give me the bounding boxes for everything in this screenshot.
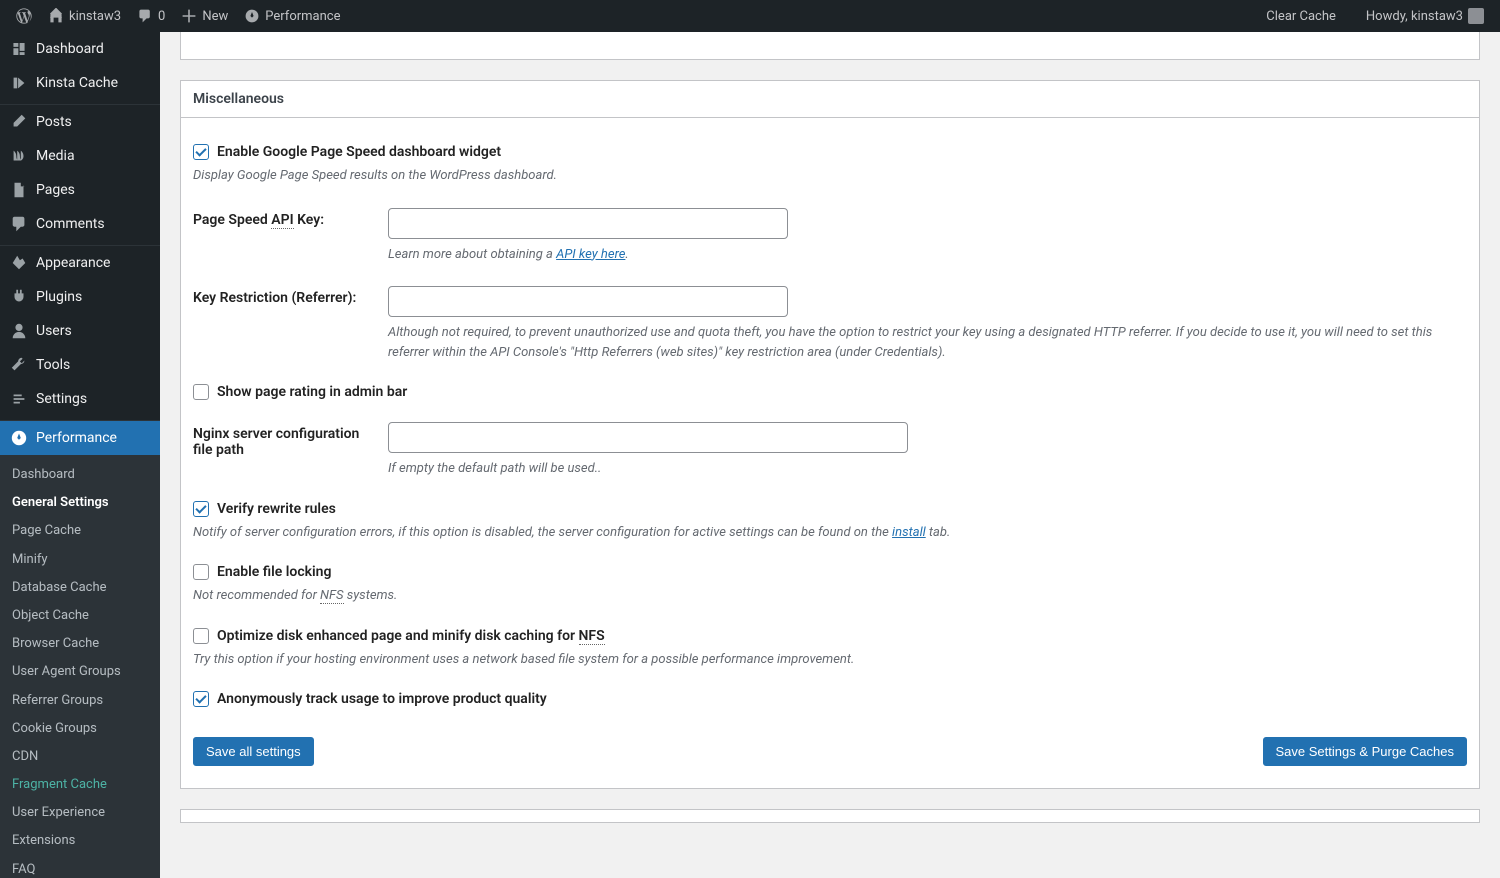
submenu-dashboard[interactable]: Dashboard (0, 461, 160, 489)
panel-title: Miscellaneous (181, 81, 1479, 118)
next-panel (180, 809, 1480, 823)
nfs-opt-label[interactable]: Optimize disk enhanced page and minify d… (193, 628, 1467, 644)
submenu-user-agent-groups[interactable]: User Agent Groups (0, 658, 160, 686)
api-key-label: Page Speed API Key: (193, 208, 368, 228)
wp-logo[interactable] (8, 0, 40, 32)
menu-posts[interactable]: Posts (0, 105, 160, 139)
verify-label[interactable]: Verify rewrite rules (193, 501, 1467, 517)
nfs-opt-checkbox[interactable] (193, 628, 209, 644)
show-rating-label[interactable]: Show page rating in admin bar (193, 384, 1467, 400)
site-name-link[interactable]: kinstaw3 (40, 0, 129, 32)
submenu-referrer-groups[interactable]: Referrer Groups (0, 687, 160, 715)
enable-gps-desc: Display Google Page Speed results on the… (193, 166, 1467, 186)
install-link[interactable]: install (892, 525, 926, 540)
filelock-checkbox[interactable] (193, 564, 209, 580)
menu-dashboard[interactable]: Dashboard (0, 32, 160, 66)
miscellaneous-panel: Miscellaneous Enable Google Page Speed d… (180, 80, 1480, 789)
avatar (1468, 8, 1484, 24)
show-rating-checkbox[interactable] (193, 384, 209, 400)
new-content-link[interactable]: New (173, 0, 236, 32)
performance-submenu: Dashboard General Settings Page Cache Mi… (0, 455, 160, 878)
verify-desc: Notify of server configuration errors, i… (193, 523, 1467, 543)
referrer-label: Key Restriction (Referrer): (193, 286, 368, 306)
nfs-opt-desc: Try this option if your hosting environm… (193, 650, 1467, 670)
performance-link[interactable]: Performance (236, 0, 348, 32)
menu-media[interactable]: Media (0, 139, 160, 173)
admin-sidebar: Dashboard Kinsta Cache Posts Media Pages… (0, 32, 160, 878)
submenu-cookie-groups[interactable]: Cookie Groups (0, 715, 160, 743)
submenu-extensions[interactable]: Extensions (0, 827, 160, 855)
nginx-input[interactable] (388, 422, 908, 453)
previous-panel-bottom (180, 32, 1480, 60)
comments-link[interactable]: 0 (129, 0, 173, 32)
submenu-minify[interactable]: Minify (0, 546, 160, 574)
clear-cache-link[interactable]: Clear Cache (1258, 0, 1344, 32)
menu-kinsta-cache[interactable]: Kinsta Cache (0, 66, 160, 100)
nginx-label: Nginx server configuration file path (193, 422, 368, 458)
submenu-page-cache[interactable]: Page Cache (0, 517, 160, 545)
menu-performance[interactable]: Performance (0, 421, 160, 455)
menu-plugins[interactable]: Plugins (0, 280, 160, 314)
api-key-input[interactable] (388, 208, 788, 239)
save-purge-button[interactable]: Save Settings & Purge Caches (1263, 737, 1468, 766)
submenu-fragment-cache[interactable]: Fragment Cache (0, 771, 160, 799)
menu-comments[interactable]: Comments (0, 207, 160, 241)
menu-settings[interactable]: Settings (0, 382, 160, 416)
submenu-object-cache[interactable]: Object Cache (0, 602, 160, 630)
enable-gps-label[interactable]: Enable Google Page Speed dashboard widge… (193, 144, 1467, 160)
submenu-user-experience[interactable]: User Experience (0, 799, 160, 827)
submenu-cdn[interactable]: CDN (0, 743, 160, 771)
save-all-button[interactable]: Save all settings (193, 737, 314, 766)
api-key-desc: Learn more about obtaining a API key her… (388, 245, 1467, 265)
anon-track-label[interactable]: Anonymously track usage to improve produ… (193, 691, 1467, 707)
referrer-desc: Although not required, to prevent unauth… (388, 323, 1467, 362)
filelock-label[interactable]: Enable file locking (193, 564, 1467, 580)
api-key-link[interactable]: API key here (556, 247, 625, 262)
submenu-general-settings[interactable]: General Settings (0, 489, 160, 517)
verify-checkbox[interactable] (193, 501, 209, 517)
referrer-input[interactable] (388, 286, 788, 317)
submenu-browser-cache[interactable]: Browser Cache (0, 630, 160, 658)
menu-tools[interactable]: Tools (0, 348, 160, 382)
submenu-faq[interactable]: FAQ (0, 856, 160, 878)
menu-appearance[interactable]: Appearance (0, 246, 160, 280)
account-link[interactable]: Howdy, kinstaw3 (1358, 0, 1492, 32)
filelock-desc: Not recommended for NFS systems. (193, 586, 1467, 606)
anon-track-checkbox[interactable] (193, 691, 209, 707)
admin-bar: kinstaw3 0 New Performance Clear Cache H… (0, 0, 1500, 32)
menu-users[interactable]: Users (0, 314, 160, 348)
enable-gps-checkbox[interactable] (193, 144, 209, 160)
menu-pages[interactable]: Pages (0, 173, 160, 207)
submenu-database-cache[interactable]: Database Cache (0, 574, 160, 602)
nginx-desc: If empty the default path will be used.. (388, 459, 1467, 479)
